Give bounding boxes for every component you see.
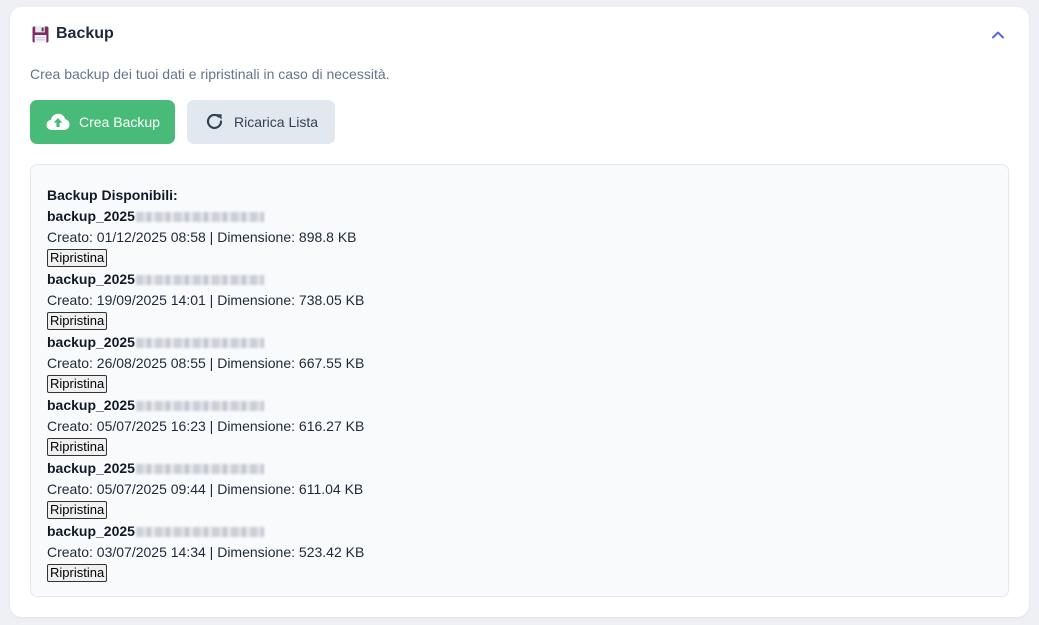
backup-filename: backup_2025	[47, 458, 992, 479]
backup-entry: backup_2025 Creato: 03/07/2025 14:34 | Di…	[47, 521, 992, 584]
card-title: Backup	[56, 25, 114, 42]
floppy-disk-icon	[32, 26, 49, 42]
backup-filename-text: backup_2025	[47, 271, 135, 287]
backup-filename-text: backup_2025	[47, 208, 135, 224]
redacted-filename-suffix	[135, 274, 264, 285]
restore-button[interactable]: Ripristina	[47, 375, 108, 393]
backup-entries: backup_2025 Creato: 01/12/2025 08:58 | Di…	[47, 206, 992, 584]
refresh-icon	[206, 113, 223, 130]
create-backup-label: Crea Backup	[79, 114, 160, 130]
backup-entry: backup_2025 Creato: 05/07/2025 16:23 | Di…	[47, 395, 992, 458]
backup-filename: backup_2025	[47, 269, 992, 290]
cloud-upload-icon	[46, 113, 70, 130]
card-description: Crea backup dei tuoi dati e ripristinali…	[30, 66, 390, 82]
restore-button[interactable]: Ripristina	[47, 312, 108, 330]
chevron-up-icon[interactable]	[989, 26, 1007, 44]
backup-info: Creato: 05/07/2025 09:44 | Dimensione: 6…	[47, 481, 364, 497]
backup-filename: backup_2025	[47, 521, 992, 542]
reload-list-label: Ricarica Lista	[234, 114, 319, 130]
create-backup-button[interactable]: Crea Backup	[30, 100, 175, 144]
redacted-filename-suffix	[135, 400, 264, 411]
backup-info: Creato: 19/09/2025 14:01 | Dimensione: 7…	[47, 292, 365, 308]
card-header: Backup	[32, 25, 114, 43]
restore-button[interactable]: Ripristina	[47, 564, 108, 582]
redacted-filename-suffix	[135, 526, 264, 537]
backup-info: Creato: 05/07/2025 16:23 | Dimensione: 6…	[47, 418, 365, 434]
backup-info: Creato: 03/07/2025 14:34 | Dimensione: 5…	[47, 544, 365, 560]
backup-filename-text: backup_2025	[47, 334, 135, 350]
backup-info: Creato: 26/08/2025 08:55 | Dimensione: 6…	[47, 355, 365, 371]
restore-button[interactable]: Ripristina	[47, 438, 108, 456]
redacted-filename-suffix	[135, 211, 264, 222]
backup-list-title: Backup Disponibili:	[47, 187, 178, 203]
restore-button[interactable]: Ripristina	[47, 249, 108, 267]
backup-filename: backup_2025	[47, 395, 992, 416]
backup-filename-text: backup_2025	[47, 397, 135, 413]
redacted-filename-suffix	[135, 463, 264, 474]
backup-filename-text: backup_2025	[47, 523, 135, 539]
backup-list: Backup Disponibili: backup_2025 Creato: 0…	[30, 164, 1009, 597]
backup-entry: backup_2025 Creato: 01/12/2025 08:58 | Di…	[47, 206, 992, 269]
backup-entry: backup_2025 Creato: 05/07/2025 09:44 | Di…	[47, 458, 992, 521]
backup-filename: backup_2025	[47, 332, 992, 353]
reload-list-button[interactable]: Ricarica Lista	[187, 100, 335, 144]
backup-filename-text: backup_2025	[47, 460, 135, 476]
backup-info: Creato: 01/12/2025 08:58 | Dimensione: 8…	[47, 229, 357, 245]
backup-entry: backup_2025 Creato: 26/08/2025 08:55 | Di…	[47, 332, 992, 395]
backup-filename: backup_2025	[47, 206, 992, 227]
backup-card: Backup Crea backup dei tuoi dati e ripri…	[10, 7, 1029, 617]
redacted-filename-suffix	[135, 337, 264, 348]
backup-entry: backup_2025 Creato: 19/09/2025 14:01 | Di…	[47, 269, 992, 332]
restore-button[interactable]: Ripristina	[47, 501, 108, 519]
